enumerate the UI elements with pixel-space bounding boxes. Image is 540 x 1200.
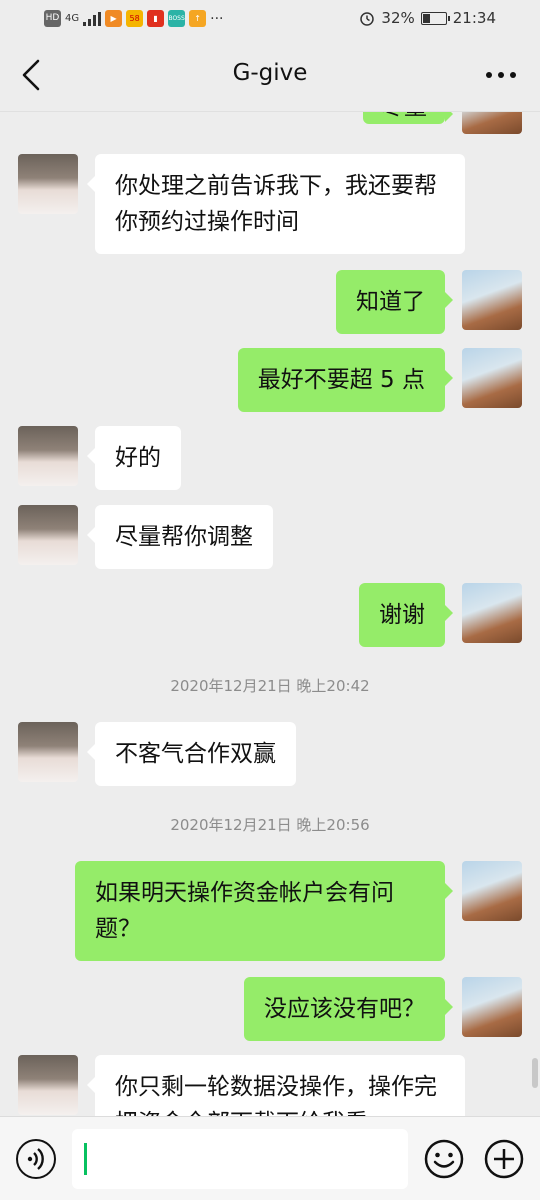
text-cursor xyxy=(84,1143,87,1175)
message-bubble-incoming[interactable]: 好的 xyxy=(87,426,181,490)
status-icons-left: HD 4G ▶ 58 ▮ BOSS ↑ ··· xyxy=(44,10,223,27)
message-input[interactable] xyxy=(72,1129,408,1189)
message-bubble-incoming[interactable]: 你只剩一轮数据没操作，操作完把资金全部下载下给我看 xyxy=(87,1055,465,1116)
status-bar: HD 4G ▶ 58 ▮ BOSS ↑ ··· 32% 21:34 xyxy=(0,0,540,38)
signal-icon xyxy=(83,11,102,26)
contact-avatar[interactable] xyxy=(18,722,78,782)
message-bubble-incoming[interactable]: 你处理之前告诉我下，我还要帮你预约过操作时间 xyxy=(87,154,465,254)
chat-header: G-give xyxy=(0,38,540,112)
contact-avatar[interactable] xyxy=(18,154,78,214)
contact-avatar[interactable] xyxy=(18,505,78,565)
book-app-icon: ▮ xyxy=(147,10,165,27)
message-bubble-outgoing[interactable]: 没应该没有吧？ xyxy=(244,977,453,1041)
emoji-icon[interactable] xyxy=(424,1139,464,1179)
message-bubble-outgoing[interactable]: 谢谢 xyxy=(359,583,453,647)
chat-title: G-give xyxy=(232,60,308,86)
clock: 21:34 xyxy=(452,9,496,27)
notify-app-icon: ↑ xyxy=(189,10,207,27)
input-bar xyxy=(0,1116,540,1200)
my-avatar[interactable] xyxy=(462,270,522,330)
my-avatar[interactable] xyxy=(462,977,522,1037)
hd-icon: HD xyxy=(44,10,61,27)
contact-avatar[interactable] xyxy=(18,426,78,486)
message-bubble-outgoing[interactable]: 尽量 xyxy=(363,112,453,124)
boss-app-icon: BOSS xyxy=(168,10,186,27)
scrollbar-thumb[interactable] xyxy=(532,1058,538,1088)
my-avatar[interactable] xyxy=(462,861,522,921)
video-app-icon: ▶ xyxy=(105,10,123,27)
timestamp: 2020年12月21日 晚上20:56 xyxy=(170,816,370,834)
my-avatar[interactable] xyxy=(462,112,522,134)
message-list[interactable]: 尽量 你处理之前告诉我下，我还要帮你预约过操作时间 知道了 最好不要超 5 点 … xyxy=(0,112,540,1116)
more-notifications-icon: ··· xyxy=(210,10,224,27)
message-bubble-outgoing[interactable]: 如果明天操作资金帐户会有问题？ xyxy=(75,861,453,961)
battery-icon xyxy=(420,11,450,25)
battery-percent: 32% xyxy=(381,9,415,27)
message-bubble-incoming[interactable]: 尽量帮你调整 xyxy=(87,505,273,569)
network-label: 4G xyxy=(65,13,80,24)
app58-icon: 58 xyxy=(126,10,144,27)
message-bubble-outgoing[interactable]: 最好不要超 5 点 xyxy=(237,348,454,412)
message-bubble-outgoing[interactable]: 知道了 xyxy=(336,270,453,334)
more-icon[interactable] xyxy=(486,72,516,78)
status-icons-right: 32% 21:34 xyxy=(359,9,496,27)
contact-avatar[interactable] xyxy=(18,1055,78,1115)
my-avatar[interactable] xyxy=(462,583,522,643)
message-bubble-incoming[interactable]: 不客气合作双赢 xyxy=(87,722,296,786)
add-icon[interactable] xyxy=(484,1139,524,1179)
voice-icon[interactable] xyxy=(16,1139,56,1179)
timestamp: 2020年12月21日 晚上20:42 xyxy=(170,677,370,695)
alarm-icon xyxy=(360,12,375,26)
my-avatar[interactable] xyxy=(462,348,522,408)
